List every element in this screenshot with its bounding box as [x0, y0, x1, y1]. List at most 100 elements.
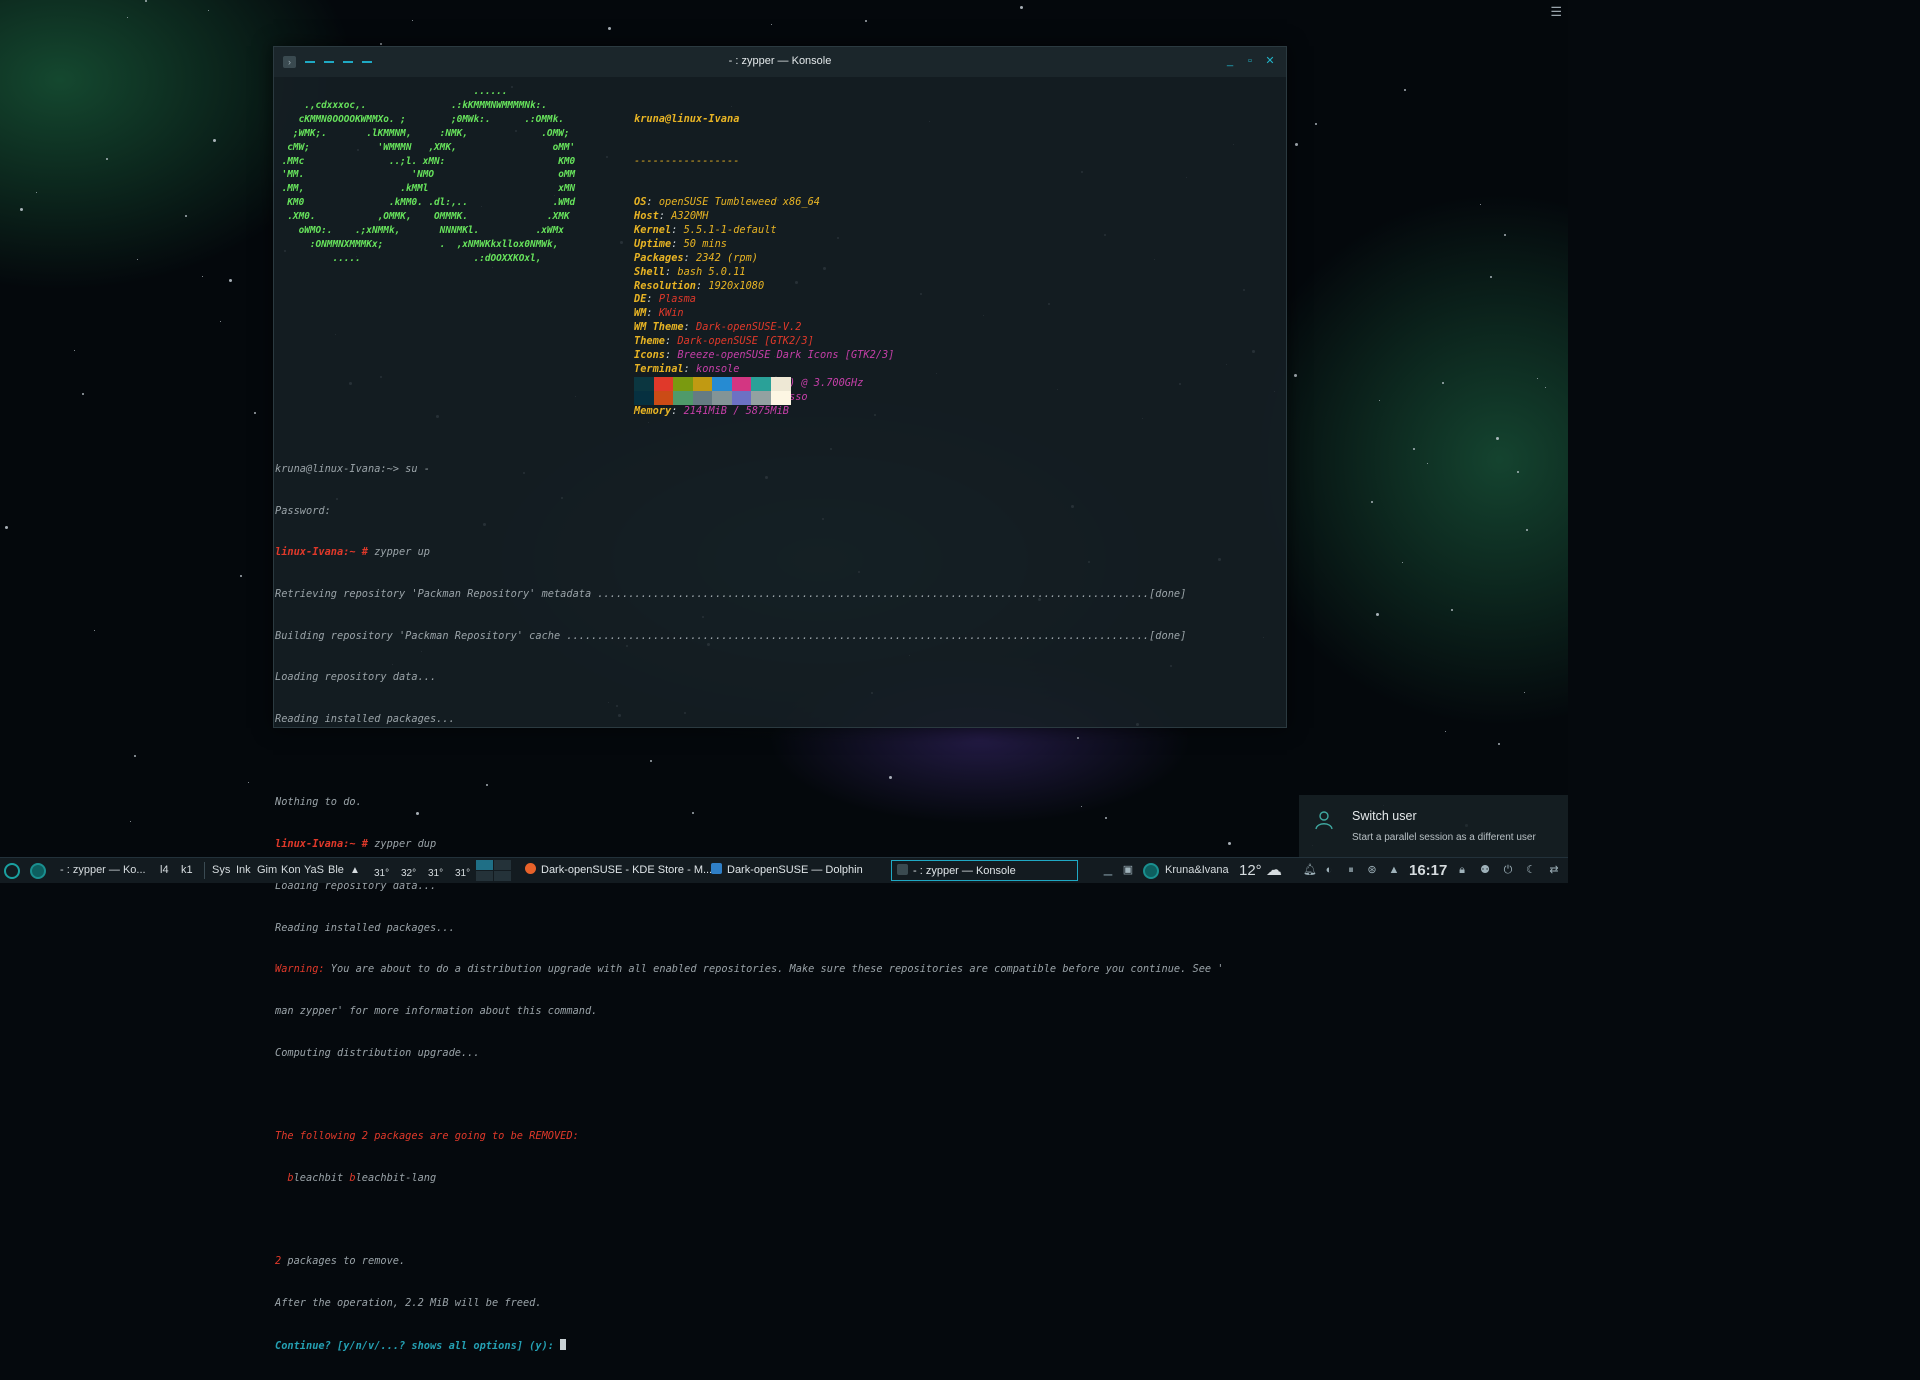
palette-swatch: [731, 377, 752, 391]
window-title: - : zypper — Konsole: [728, 55, 832, 67]
konsole-window: › - : zypper — Konsole _ ▫ ✕ ...... .,cd…: [273, 46, 1287, 1352]
removed-header: The following 2 packages are going to be…: [275, 1130, 579, 1143]
media-pause-icon[interactable]: ⏸︎: [1345, 864, 1357, 876]
star-dot: [1526, 529, 1528, 531]
tray-expand-icon[interactable]: ▲: [1388, 864, 1400, 876]
star-dot: [220, 321, 221, 322]
root-prompt: linux-Ivana:~ #: [275, 546, 368, 559]
info-colon: :: [683, 362, 697, 375]
palette-swatch: [634, 391, 654, 405]
task-firefox[interactable]: Dark-openSUSE - KDE Store - M...: [525, 860, 712, 881]
switch-user-icon[interactable]: ⚉: [1479, 864, 1491, 876]
package-name: leachbit-lang: [355, 1171, 437, 1184]
info-key: Host: [634, 210, 659, 223]
star-dot: [1228, 842, 1231, 845]
show-desktop-icon[interactable]: ▣: [1122, 864, 1134, 876]
terminal-line: Computing distribution upgrade...: [275, 1046, 480, 1059]
terminal-line: Loading repository data...: [275, 671, 437, 684]
notifications-icon[interactable]: 🔔︎: [1303, 864, 1317, 876]
terminal-line: Retrieving repository 'Packman Repositor…: [275, 587, 1187, 600]
info-colon: :: [646, 307, 659, 320]
taskbar-entry[interactable]: - : zypper — Ko...: [60, 858, 146, 883]
package-count-text: packages to remove.: [281, 1255, 406, 1268]
neofetch-info-row: OS: openSUSE Tumbleweed x86_64: [634, 196, 894, 210]
power-icon[interactable]: ⏻: [1502, 864, 1514, 876]
info-value: openSUSE Tumbleweed x86_64: [658, 196, 820, 209]
star-dot: [248, 782, 249, 783]
terminal-line: Nothing to do.: [275, 796, 362, 809]
brightness-icon[interactable]: ◐: [1323, 864, 1335, 876]
palette-swatch: [751, 377, 771, 391]
folder-icon: [711, 863, 722, 874]
minimize-button[interactable]: _: [1223, 54, 1237, 68]
desktop-pager-1[interactable]: [476, 860, 493, 870]
quicklaunch-ink[interactable]: Ink: [236, 858, 251, 883]
clock[interactable]: 16:17: [1409, 858, 1447, 883]
quicklaunch-gim[interactable]: Gim: [257, 858, 277, 883]
activities-icon[interactable]: ⇄: [1548, 864, 1560, 876]
star-dot: [137, 259, 138, 260]
user-name[interactable]: Kruna&Ivana: [1165, 858, 1229, 883]
palette-swatch: [692, 377, 713, 391]
lock-screen-icon[interactable]: 🔒︎: [1456, 864, 1468, 876]
sleep-icon[interactable]: ☾: [1525, 864, 1537, 876]
star-dot: [412, 20, 413, 21]
quicklaunch-k1[interactable]: k1: [181, 858, 193, 883]
info-key: WM Theme: [634, 321, 684, 334]
desktop-pager-3[interactable]: [476, 871, 493, 881]
accessibility-icon[interactable]: ⊛: [1366, 864, 1378, 876]
switch-user-notification[interactable]: Switch user Start a parallel session as …: [1299, 795, 1568, 857]
palette-swatch: [692, 391, 713, 405]
terminal-line: Continue? [y/n/v/...? shows all options]…: [275, 1338, 1224, 1353]
user-avatar-icon[interactable]: [1143, 863, 1159, 879]
star-dot: [145, 0, 147, 2]
titlebar[interactable]: › - : zypper — Konsole _ ▫ ✕: [274, 47, 1286, 77]
close-button[interactable]: ✕: [1263, 54, 1277, 68]
info-value: bash 5.0.11: [677, 265, 746, 278]
terminal-line: linux-Ivana:~ # zypper dup: [275, 838, 1224, 852]
notification-title: Switch user: [1352, 809, 1417, 823]
star-dot: [1445, 731, 1446, 732]
taskbar: - : zypper — Ko... l4 k1 Sys Ink Gim Kon…: [0, 857, 1568, 883]
desktop-pager-4[interactable]: [494, 871, 511, 881]
terminal-line: Reading installed packages...: [275, 921, 455, 934]
application-launcher-icon[interactable]: [4, 863, 20, 879]
minimized-indicator-icon[interactable]: ▁: [1102, 864, 1114, 876]
neofetch-logo: ...... .,cdxxxoc,. .:kKMMMNWMMMMNk:. cKM…: [281, 86, 576, 264]
star-dot: [1379, 400, 1380, 401]
neofetch-info-row: WM: KWin: [634, 307, 894, 321]
hamburger-icon[interactable]: ☰: [1550, 4, 1562, 20]
info-value: 50 mins: [683, 237, 728, 250]
star-dot: [771, 24, 772, 25]
text-cursor[interactable]: [560, 1338, 567, 1350]
weather-temperature[interactable]: 12°: [1239, 858, 1262, 883]
konsole-icon: [897, 864, 908, 875]
quicklaunch-kon[interactable]: Kon: [281, 858, 301, 883]
info-colon: :: [696, 279, 709, 292]
star-dot: [1490, 276, 1492, 278]
desktop-pager-2[interactable]: [494, 860, 511, 870]
firefox-icon: [525, 863, 536, 874]
info-key: Theme: [634, 335, 665, 348]
star-dot: [1480, 204, 1481, 205]
expand-up-icon[interactable]: ▲: [350, 858, 360, 883]
star-dot: [202, 276, 203, 277]
quicklaunch-yas[interactable]: YaS: [304, 858, 324, 883]
terminal-area[interactable]: ...... .,cdxxxoc,. .:kKMMMNWMMMMNk:. cKM…: [274, 77, 1286, 1352]
info-value: Dark-openSUSE [GTK2/3]: [677, 335, 814, 348]
command-text: zypper up: [368, 546, 430, 559]
task-dolphin[interactable]: Dark-openSUSE — Dolphin: [711, 860, 886, 881]
opensuse-icon[interactable]: [30, 863, 46, 879]
quicklaunch-sys[interactable]: Sys: [212, 858, 230, 883]
weather-cloudy-icon[interactable]: ☁: [1266, 858, 1282, 883]
star-dot: [185, 215, 187, 217]
quicklaunch-ble[interactable]: Ble: [328, 858, 344, 883]
quicklaunch-l4[interactable]: l4: [160, 858, 169, 883]
maximize-button[interactable]: ▫: [1243, 54, 1257, 68]
star-dot: [1315, 123, 1317, 125]
neofetch-info-row: Icons: Breeze-openSUSE Dark Icons [GTK2/…: [634, 349, 894, 363]
continue-prompt: Continue? [y/n/v/...? shows all options]…: [275, 1339, 561, 1352]
task-label: Dark-openSUSE — Dolphin: [727, 864, 863, 876]
neofetch-info-row: Uptime: 50 mins: [634, 238, 894, 252]
task-konsole[interactable]: - : zypper — Konsole: [891, 860, 1078, 881]
